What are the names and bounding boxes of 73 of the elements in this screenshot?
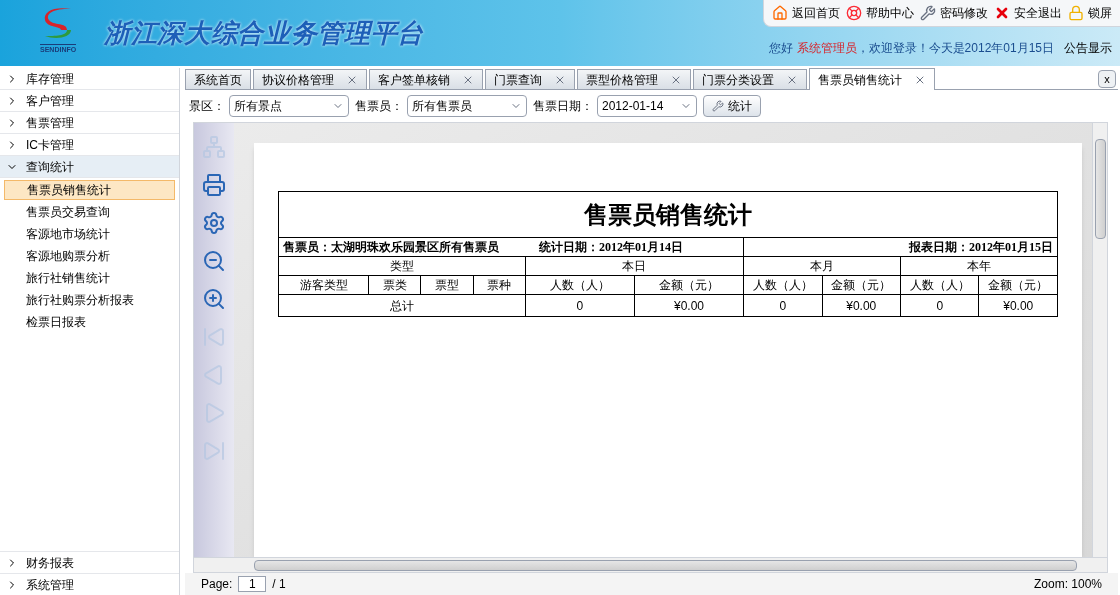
- top-link[interactable]: 锁屏: [1068, 4, 1112, 22]
- notice-link[interactable]: 公告显示: [1064, 39, 1112, 57]
- tab[interactable]: 售票员销售统计: [809, 68, 935, 90]
- sidebar-item[interactable]: 系统管理: [0, 573, 179, 595]
- horizontal-scrollbar[interactable]: [194, 557, 1107, 572]
- column-header: 本日: [525, 256, 744, 276]
- column-header: 人数（人）: [743, 275, 823, 295]
- zoom-in-icon[interactable]: [202, 287, 226, 311]
- sidebar-subitem[interactable]: 旅行社购票分析报表: [4, 290, 175, 310]
- app-title: 浙江深大综合业务管理平台: [104, 17, 424, 50]
- column-header: 本月: [743, 256, 901, 276]
- sidebar-subitem[interactable]: 客源地购票分析: [4, 246, 175, 266]
- column-header: 金额（元）: [822, 275, 901, 295]
- tab[interactable]: 门票分类设置: [693, 69, 807, 89]
- sidebar-subitem[interactable]: 售票员销售统计: [4, 180, 175, 200]
- vertical-scrollbar[interactable]: [1092, 123, 1107, 557]
- page-label: Page:: [201, 576, 233, 593]
- tab[interactable]: 客户签单核销: [369, 69, 483, 89]
- report-date: 报表日期：2012年01月15日: [743, 237, 1058, 257]
- settings-icon[interactable]: [202, 211, 226, 235]
- report-info: 售票员：太湖明珠欢乐园景区所有售票员 统计日期：2012年01月14日: [278, 237, 744, 257]
- report-title: 售票员销售统计: [278, 191, 1058, 238]
- zoom-level: Zoom: 100%: [1033, 576, 1102, 593]
- zoom-out-icon[interactable]: [202, 249, 226, 273]
- top-link[interactable]: 安全退出: [994, 4, 1062, 22]
- filter-label: 景区：: [189, 98, 225, 115]
- dropdown-field[interactable]: 所有售票员: [407, 95, 527, 117]
- tab[interactable]: 系统首页: [185, 69, 251, 89]
- table-cell: 0: [743, 294, 823, 317]
- table-cell: ¥0.00: [634, 294, 744, 317]
- sidebar-subitem[interactable]: 检票日报表: [4, 312, 175, 332]
- filter-label: 售票员：: [355, 98, 403, 115]
- table-cell: ¥0.00: [822, 294, 901, 317]
- column-header: 金额（元）: [634, 275, 744, 295]
- tab[interactable]: 协议价格管理: [253, 69, 367, 89]
- column-header: 票种: [473, 275, 526, 295]
- column-header: 游客类型: [278, 275, 369, 295]
- tab[interactable]: 门票查询: [485, 69, 575, 89]
- column-header: 人数（人）: [900, 275, 979, 295]
- dropdown-field[interactable]: 2012-01-14: [597, 95, 697, 117]
- column-header: 人数（人）: [525, 275, 635, 295]
- welcome-text: 您好 系统管理员，欢迎登录！今天是2012年01月15日: [769, 40, 1054, 57]
- top-link[interactable]: 帮助中心: [846, 4, 914, 22]
- search-button[interactable]: 统计: [703, 95, 761, 117]
- top-link[interactable]: 返回首页: [772, 4, 840, 22]
- print-icon[interactable]: [202, 173, 226, 197]
- total-label: 总计: [278, 294, 526, 317]
- column-header: 类型: [278, 256, 526, 276]
- table-cell: ¥0.00: [978, 294, 1058, 317]
- page-input[interactable]: 1: [238, 576, 267, 592]
- lock-icon: [1068, 5, 1084, 21]
- table-cell: 0: [900, 294, 979, 317]
- sidebar-subitem[interactable]: 售票员交易查询: [4, 202, 175, 222]
- wrench-icon: [920, 5, 936, 21]
- sidebar-item[interactable]: 查询统计: [0, 156, 179, 178]
- column-header: 票类: [368, 275, 421, 295]
- top-link[interactable]: 密码修改: [920, 4, 988, 22]
- home-icon: [772, 5, 788, 21]
- table-cell: 0: [525, 294, 635, 317]
- column-header: 金额（元）: [978, 275, 1058, 295]
- tab[interactable]: 票型价格管理: [577, 69, 691, 89]
- lifebuoy-icon: [846, 5, 862, 21]
- column-header: 票型: [420, 275, 474, 295]
- filter-label: 售票日期：: [533, 98, 593, 115]
- sidebar-item[interactable]: 财务报表: [0, 551, 179, 573]
- tool-icon: [712, 100, 724, 112]
- sidebar-subitem[interactable]: 客源地市场统计: [4, 224, 175, 244]
- close-icon: [994, 5, 1010, 21]
- dropdown-field[interactable]: 所有景点: [229, 95, 349, 117]
- column-header: 本年: [900, 256, 1058, 276]
- sidebar-subitem[interactable]: 旅行社销售统计: [4, 268, 175, 288]
- close-all-button[interactable]: x: [1098, 70, 1116, 88]
- page-total: / 1: [272, 576, 286, 593]
